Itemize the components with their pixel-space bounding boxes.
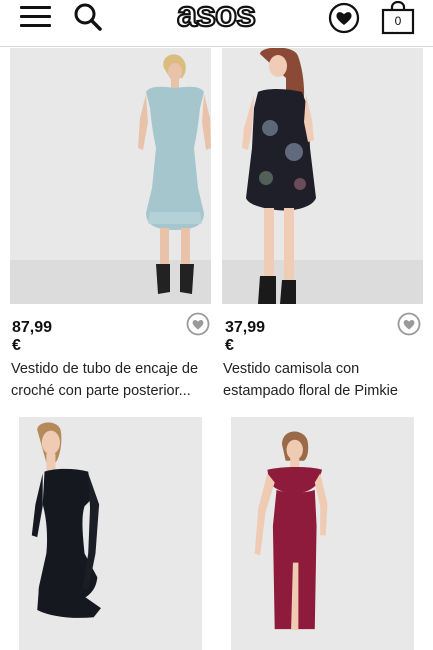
product-price: 37,99 € xyxy=(225,319,266,354)
bag-count: 0 xyxy=(394,14,402,28)
svg-text:asos: asos xyxy=(177,0,255,32)
menu-icon[interactable] xyxy=(20,4,52,30)
product-photo[interactable] xyxy=(10,417,211,650)
asos-logo[interactable]: asos xyxy=(167,0,265,32)
shopping-bag-icon[interactable]: 0 xyxy=(380,0,416,35)
product-photo[interactable] xyxy=(222,417,423,650)
save-heart-icon[interactable] xyxy=(397,312,421,336)
product-title[interactable]: Vestido camisola con estampado floral de… xyxy=(223,358,423,402)
top-header: asos 0 xyxy=(0,0,433,47)
product-photo[interactable] xyxy=(222,48,423,304)
product-price: 87,99 € xyxy=(12,319,53,354)
wishlist-heart-icon[interactable] xyxy=(328,2,360,34)
search-icon[interactable] xyxy=(73,2,103,32)
product-photo[interactable] xyxy=(10,48,211,304)
product-title[interactable]: Vestido de tubo de encaje de croché con … xyxy=(11,358,211,402)
save-heart-icon[interactable] xyxy=(186,312,210,336)
